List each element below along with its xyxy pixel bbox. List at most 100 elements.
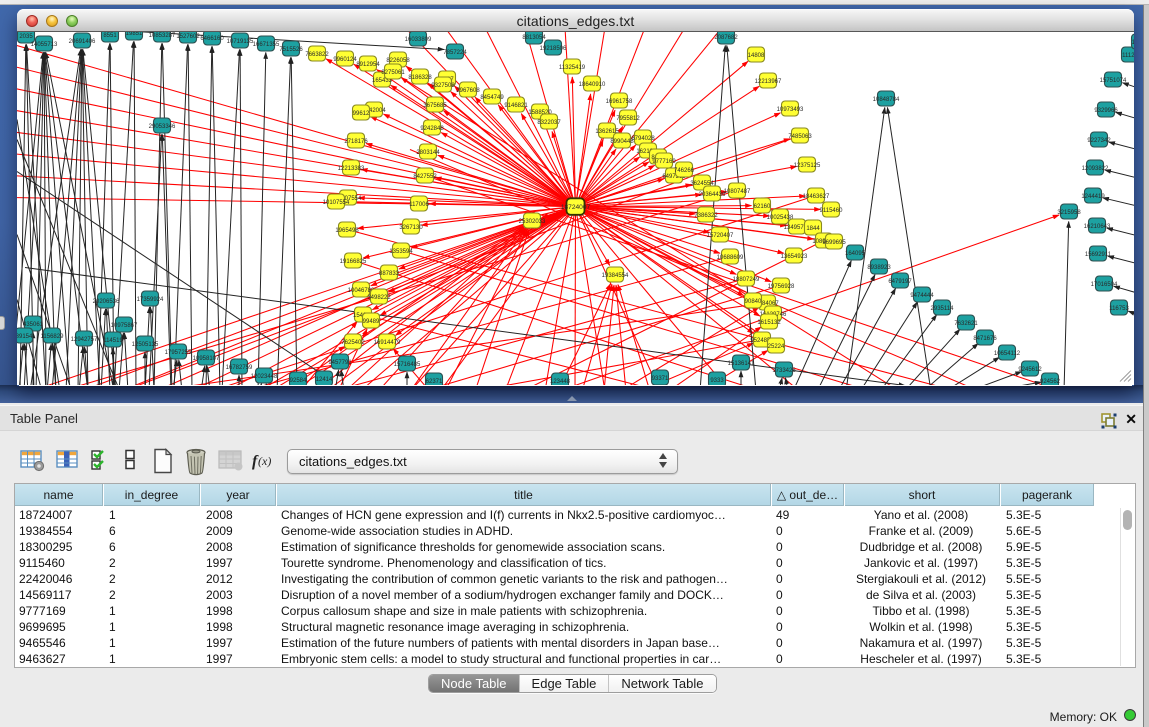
svg-text:7663822: 7663822	[305, 52, 329, 58]
svg-text:16961758: 16961758	[606, 99, 633, 105]
svg-text:9245612: 9245612	[1018, 367, 1042, 373]
svg-text:25224: 25224	[768, 344, 785, 350]
svg-text:117006: 117006	[409, 202, 429, 208]
svg-text:2087682: 2087682	[714, 35, 738, 41]
svg-text:7485063: 7485063	[788, 134, 812, 140]
svg-text:9777169: 9777169	[652, 159, 676, 165]
svg-text:3267130: 3267130	[399, 225, 423, 231]
svg-text:9457791: 9457791	[328, 360, 352, 366]
svg-text:18463627: 18463627	[803, 194, 830, 200]
svg-text:3215958: 3215958	[1057, 210, 1081, 216]
svg-text:10719135: 10719135	[227, 39, 254, 45]
svg-text:39154: 39154	[17, 334, 33, 340]
svg-text:9960124: 9960124	[333, 57, 357, 63]
svg-text:19218506: 19218506	[540, 46, 567, 52]
svg-text:16033809: 16033809	[405, 37, 432, 43]
svg-text:19851: 19851	[126, 31, 143, 37]
svg-text:11122: 11122	[1122, 53, 1134, 59]
svg-text:10107554: 10107554	[323, 200, 350, 206]
svg-text:12505135: 12505135	[132, 342, 159, 348]
svg-text:12942757: 12942757	[71, 337, 98, 343]
svg-text:12375125: 12375125	[794, 163, 821, 169]
svg-text:6794028: 6794028	[631, 136, 655, 142]
svg-text:9146821: 9146821	[504, 103, 528, 109]
svg-text:12023448: 12023448	[251, 374, 278, 380]
svg-text:20691406: 20691406	[69, 39, 96, 45]
svg-text:2035: 2035	[19, 34, 33, 40]
svg-text:18807249: 18807249	[733, 277, 760, 283]
svg-text:1965498: 1965498	[335, 228, 359, 234]
svg-text:9333: 9333	[710, 378, 724, 384]
svg-text:7625402: 7625402	[341, 340, 365, 346]
svg-text:8226058: 8226058	[386, 58, 410, 64]
svg-text:8938923: 8938923	[867, 265, 891, 271]
svg-text:9329966: 9329966	[1094, 108, 1118, 114]
svg-text:12414: 12414	[316, 377, 333, 383]
svg-text:9227342: 9227342	[1087, 138, 1111, 144]
svg-text:8551: 8551	[103, 33, 117, 39]
svg-text:8471676: 8471676	[973, 336, 997, 342]
svg-text:6479197: 6479197	[888, 279, 912, 285]
svg-text:16210643: 16210643	[1084, 224, 1111, 230]
svg-text:7386322: 7386322	[694, 213, 718, 219]
svg-text:62160: 62160	[754, 204, 771, 210]
svg-text:9699695: 9699695	[822, 240, 846, 246]
svg-text:12093822: 12093822	[1082, 166, 1109, 172]
svg-text:164095: 164095	[845, 251, 866, 257]
svg-text:10807487: 10807487	[724, 189, 751, 195]
svg-text:924562: 924562	[1040, 379, 1061, 385]
svg-text:1844: 1844	[806, 226, 820, 232]
svg-text:19166825: 19166825	[340, 259, 367, 265]
svg-text:10848784: 10848784	[873, 97, 900, 103]
svg-text:3498222: 3498222	[367, 295, 391, 301]
svg-text:1156829: 1156829	[41, 334, 65, 340]
svg-text:10654112: 10654112	[994, 351, 1021, 357]
svg-text:16914479: 16914479	[374, 340, 401, 346]
svg-text:15716485: 15716485	[394, 362, 421, 368]
svg-text:14808: 14808	[748, 53, 765, 59]
svg-text:1353594: 1353594	[389, 249, 413, 255]
svg-text:1615132: 1615132	[757, 320, 781, 326]
svg-text:13654923: 13654923	[781, 254, 808, 260]
svg-text:18640910: 18640910	[579, 82, 606, 88]
svg-text:15136141: 15136141	[728, 361, 755, 367]
svg-text:116753: 116753	[1109, 306, 1129, 312]
svg-text:7515526: 7515526	[279, 47, 303, 53]
svg-text:6466160: 6466160	[200, 36, 224, 42]
svg-text:20206536: 20206536	[93, 299, 120, 305]
svg-text:8454749: 8454749	[480, 95, 504, 101]
svg-text:10975867: 10975867	[111, 323, 138, 329]
svg-text:15692911: 15692911	[1085, 252, 1112, 258]
svg-text:8186328: 8186328	[408, 75, 432, 81]
svg-text:7632621: 7632621	[954, 321, 978, 327]
svg-text:90840: 90840	[745, 299, 762, 305]
svg-text:2967608: 2967608	[456, 88, 480, 94]
svg-text:10853287: 10853287	[149, 33, 176, 39]
svg-text:114519: 114519	[103, 338, 123, 344]
svg-text:9242848: 9242848	[420, 126, 444, 132]
svg-text:(x): (x)	[258, 454, 271, 468]
svg-text:2718176: 2718176	[344, 139, 368, 145]
svg-text:99489: 99489	[363, 319, 380, 325]
svg-text:99612: 99612	[353, 111, 370, 117]
svg-text:435061: 435061	[23, 322, 44, 328]
svg-text:62371: 62371	[426, 379, 443, 385]
svg-text:92584: 92584	[290, 378, 307, 384]
svg-text:19756928: 19756928	[768, 284, 795, 290]
svg-text:8322037: 8322037	[537, 120, 561, 126]
svg-text:20364436: 20364436	[699, 192, 726, 198]
svg-text:15720407: 15720407	[707, 233, 734, 239]
svg-text:13122: 13122	[1132, 40, 1134, 46]
svg-text:10688609: 10688609	[717, 255, 744, 261]
svg-text:9115460: 9115460	[820, 208, 844, 214]
svg-text:7955812: 7955812	[616, 116, 640, 122]
svg-text:9474444: 9474444	[910, 293, 934, 299]
svg-text:11325419: 11325419	[559, 65, 586, 71]
svg-text:8912954: 8912954	[356, 62, 380, 68]
svg-text:17359924: 17359924	[137, 297, 164, 303]
svg-text:12213383: 12213383	[338, 166, 365, 172]
svg-text:16671355: 16671355	[253, 42, 280, 48]
svg-text:18724007: 18724007	[561, 204, 591, 211]
svg-text:17957255: 17957255	[165, 350, 192, 356]
svg-text:19384554: 19384554	[602, 273, 629, 279]
